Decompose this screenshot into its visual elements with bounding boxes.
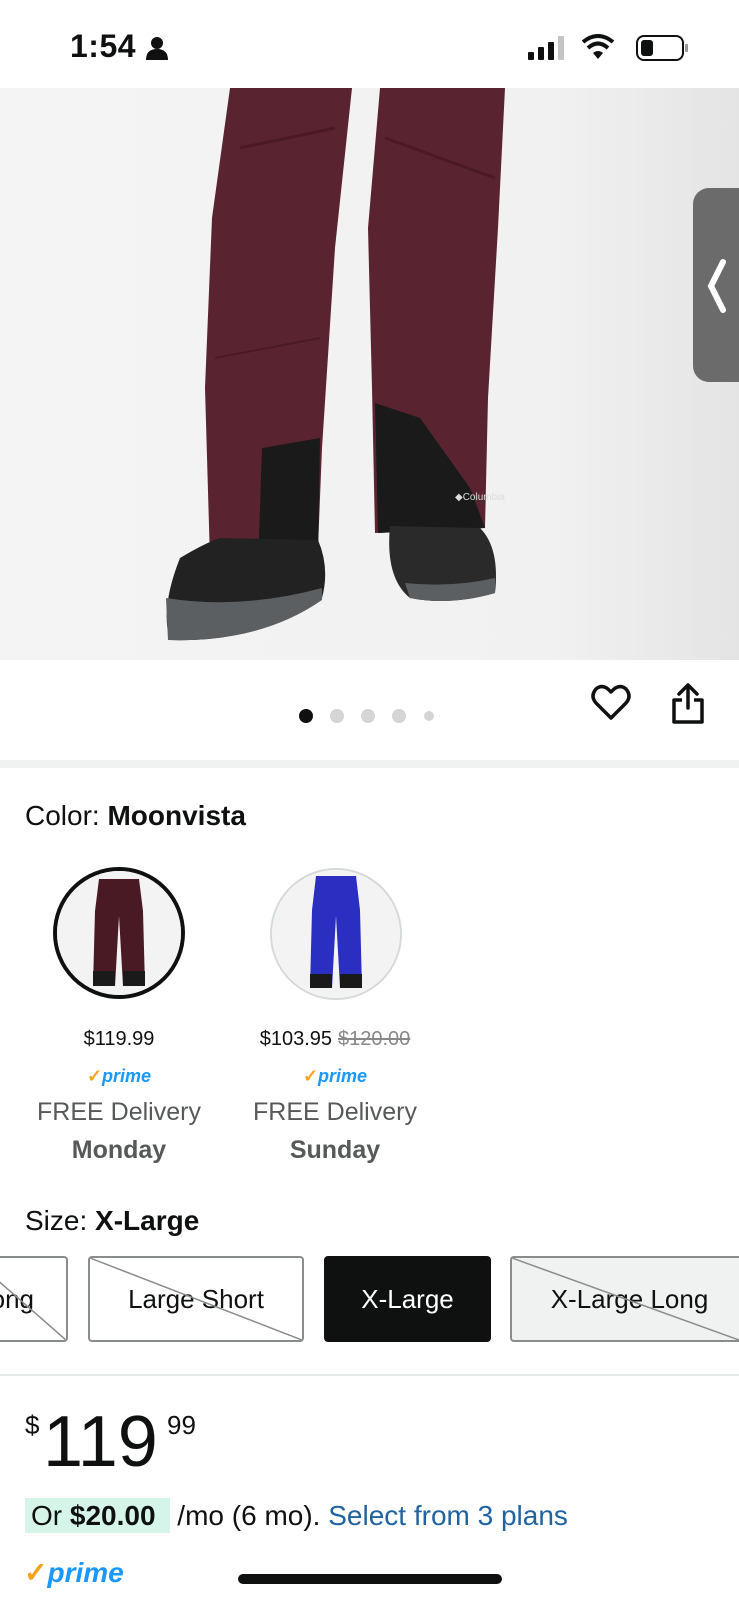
price-whole: 119 bbox=[43, 1402, 158, 1482]
signal-icon bbox=[528, 36, 564, 60]
pants-photo: ◆Columbia bbox=[0, 88, 739, 660]
swatch-image bbox=[272, 870, 400, 998]
color-option-2-day: Sunday bbox=[289, 1136, 381, 1164]
option-price: $119.99 bbox=[83, 1028, 155, 1050]
size-option-label: Large Short bbox=[128, 1283, 264, 1314]
color-label: Color: Moonvista bbox=[25, 800, 246, 832]
home-indicator[interactable] bbox=[238, 1574, 502, 1584]
color-swatch-blue[interactable] bbox=[270, 868, 402, 1000]
prime-label: prime bbox=[102, 1066, 152, 1086]
select-plans-link[interactable]: Select from 3 plans bbox=[328, 1500, 568, 1531]
heart-icon[interactable] bbox=[591, 682, 631, 722]
financing-amount: $20.00 bbox=[69, 1500, 156, 1531]
carousel-dot[interactable] bbox=[361, 709, 375, 723]
prime-label: prime bbox=[318, 1066, 368, 1086]
financing-highlight: Or $20.00 bbox=[25, 1498, 170, 1533]
color-option-2-prime: ✓prime bbox=[230, 1066, 440, 1087]
size-option-long[interactable]: ong bbox=[0, 1256, 68, 1342]
color-selected-value: Moonvista bbox=[107, 800, 246, 831]
size-selected-value: X-Large bbox=[95, 1205, 200, 1236]
battery-icon bbox=[636, 35, 688, 61]
size-option-x-large-long[interactable]: X-Large Long bbox=[510, 1256, 739, 1342]
color-option-1-price: $119.99 bbox=[14, 1028, 224, 1051]
size-label: Size: X-Large bbox=[25, 1205, 199, 1237]
color-label-prefix: Color: bbox=[25, 800, 108, 831]
size-option-label: X-Large Long bbox=[550, 1283, 709, 1314]
carousel-dot-active[interactable] bbox=[299, 709, 313, 723]
color-option-1-prime: ✓prime bbox=[14, 1066, 224, 1087]
carousel-dot[interactable] bbox=[424, 711, 434, 721]
status-time: 1:54 bbox=[70, 28, 137, 64]
financing-prefix: Or bbox=[31, 1500, 70, 1531]
prime-label: prime bbox=[47, 1557, 124, 1588]
size-option-label: ong bbox=[0, 1283, 34, 1314]
prime-badge: ✓prime bbox=[24, 1556, 124, 1589]
carousel-dot[interactable] bbox=[330, 709, 344, 723]
price-fraction: 99 bbox=[167, 1410, 196, 1440]
color-option-1-day: Monday bbox=[71, 1136, 167, 1164]
svg-text:◆Columbia: ◆Columbia bbox=[455, 492, 505, 503]
status-bar: 1:54 bbox=[0, 0, 739, 88]
section-divider bbox=[0, 760, 739, 768]
size-option-x-large[interactable]: X-Large bbox=[324, 1256, 491, 1342]
price-symbol: $ bbox=[25, 1410, 40, 1440]
carousel-dot[interactable] bbox=[392, 709, 406, 723]
product-image[interactable]: ◆Columbia bbox=[0, 88, 739, 660]
size-option-large-short[interactable]: Large Short bbox=[88, 1256, 304, 1342]
side-panel-handle[interactable] bbox=[693, 188, 739, 382]
chevron-left-icon bbox=[707, 259, 726, 313]
prime-check-icon: ✓ bbox=[302, 1066, 319, 1086]
color-option-2-delivery: FREE Delivery bbox=[253, 1098, 417, 1126]
share-icon[interactable] bbox=[670, 682, 706, 724]
section-divider bbox=[0, 1374, 739, 1376]
prime-check-icon: ✓ bbox=[24, 1557, 48, 1588]
prime-check-icon: ✓ bbox=[86, 1066, 103, 1086]
financing-terms: /mo (6 mo). bbox=[169, 1500, 329, 1531]
size-option-label: X-Large bbox=[361, 1283, 454, 1314]
option-old-price: $120.00 bbox=[338, 1028, 411, 1050]
option-price: $103.95 bbox=[259, 1028, 332, 1050]
color-option-2-price: $103.95 $120.00 bbox=[230, 1028, 440, 1051]
carousel-bar bbox=[0, 660, 739, 760]
swatch-image bbox=[57, 871, 181, 995]
wifi-icon bbox=[582, 34, 614, 59]
color-option-1-delivery: FREE Delivery bbox=[37, 1098, 201, 1126]
size-label-prefix: Size: bbox=[25, 1205, 96, 1236]
color-swatch-moonvista[interactable] bbox=[53, 867, 185, 999]
financing-line: Or $20.00 /mo (6 mo). Select from 3 plan… bbox=[25, 1498, 568, 1533]
person-icon bbox=[146, 37, 168, 60]
